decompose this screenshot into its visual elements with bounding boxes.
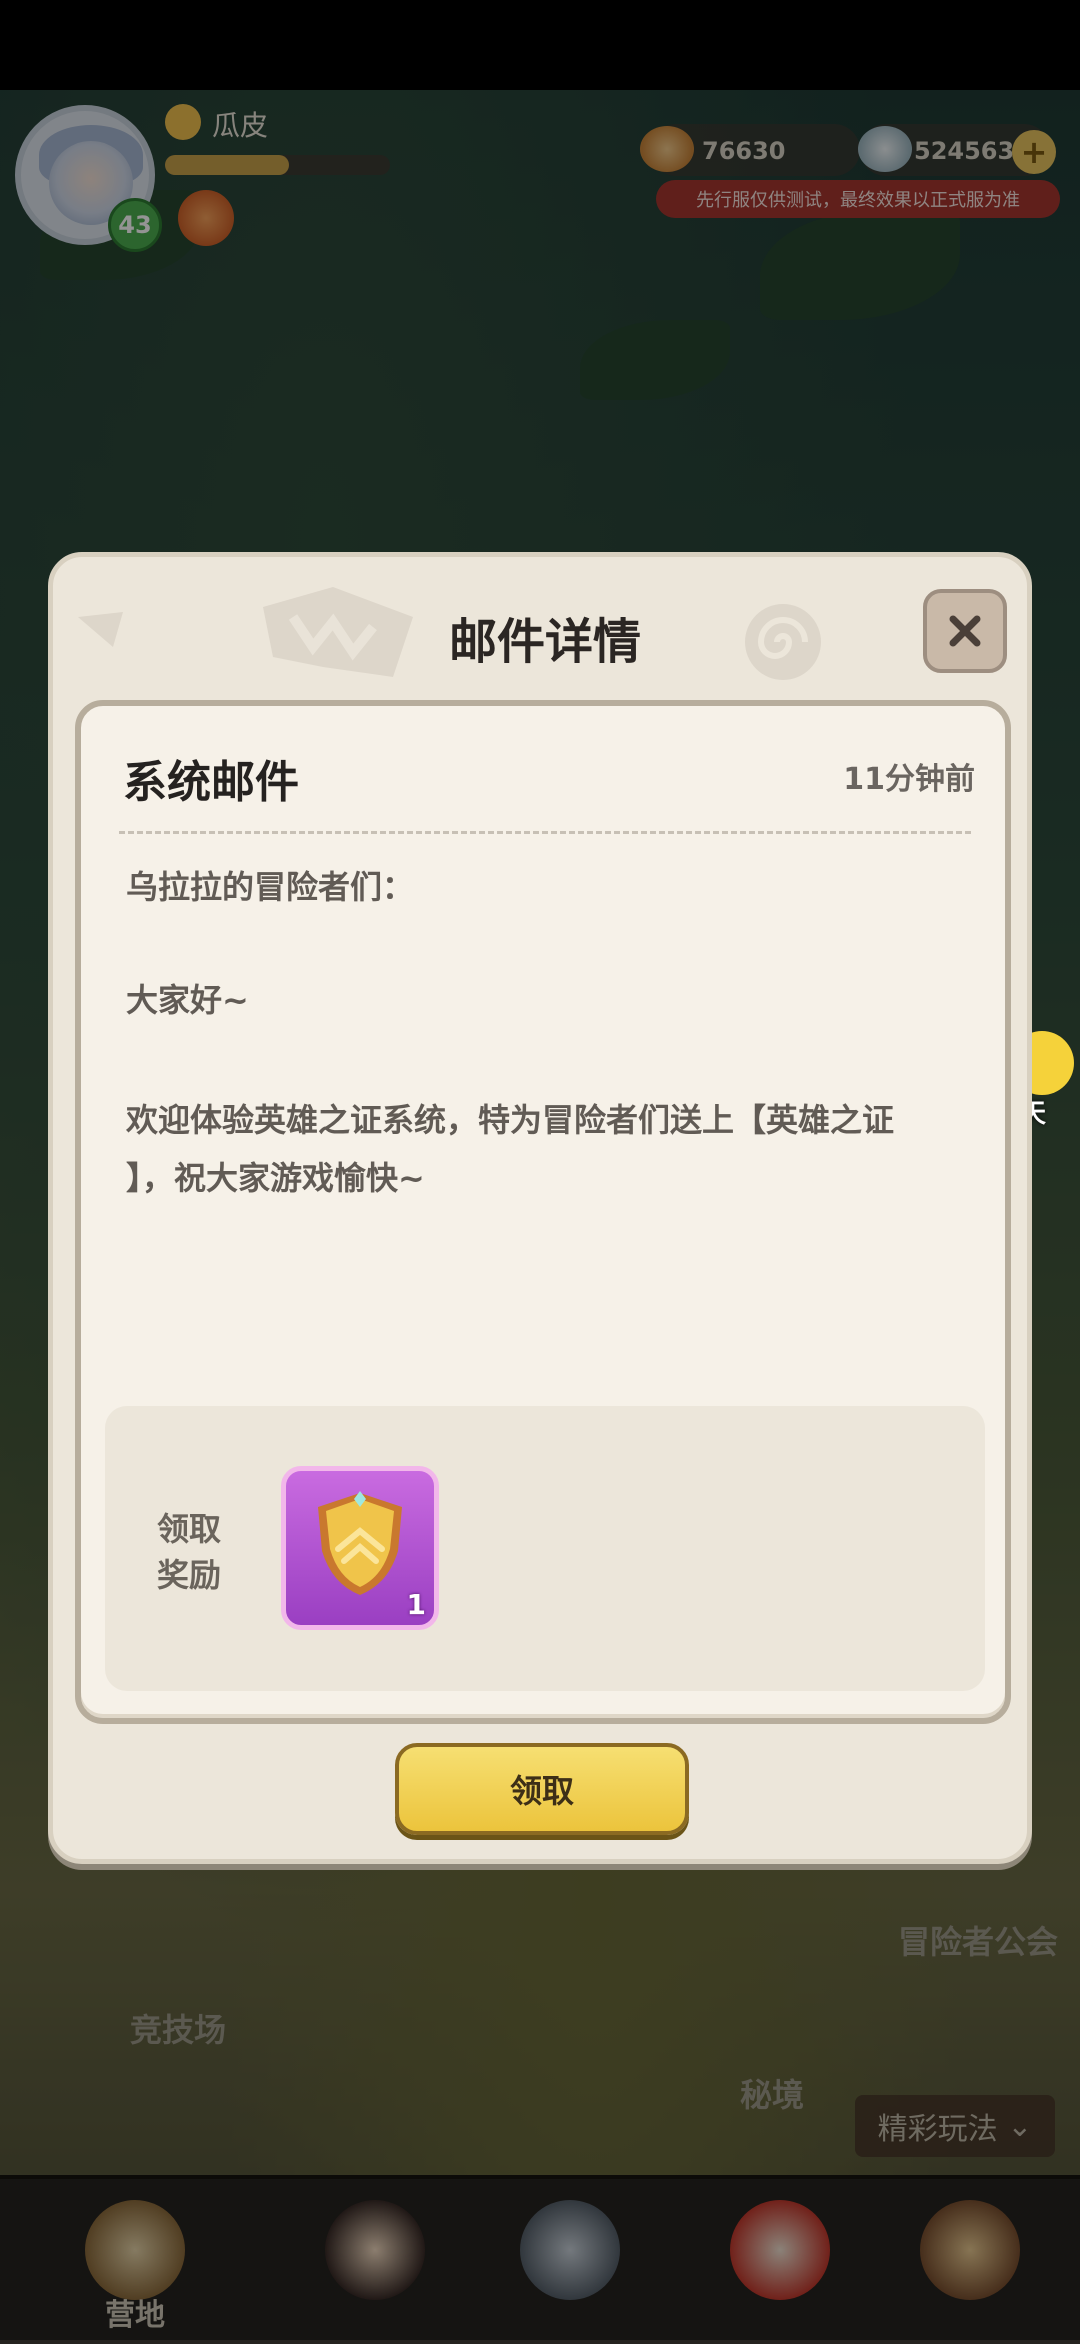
mail-greeting: 乌拉拉的冒险者们：: [126, 868, 415, 906]
reward-label: 领取 奖励: [152, 1506, 226, 1598]
mail-content-panel: 系统邮件 11分钟前 乌拉拉的冒险者们： 大家好~ 欢迎体验英雄之证系统，特为冒…: [75, 700, 1011, 1724]
reward-label-line-2: 奖励: [156, 1556, 221, 1594]
reward-section: 领取 奖励 1: [105, 1406, 985, 1691]
hero-badge-icon: [318, 1491, 402, 1595]
mail-timestamp: 11分钟前: [843, 762, 975, 797]
mail-body-line-1: 欢迎体验英雄之证系统，特为冒险者们送上【英雄之证: [126, 1101, 895, 1139]
claim-button[interactable]: 领取: [395, 1743, 689, 1835]
close-icon: [949, 615, 981, 647]
reward-label-line-1: 领取: [156, 1510, 221, 1548]
mail-hello: 大家好~: [126, 981, 249, 1019]
mail-detail-dialog: 邮件详情 系统邮件 11分钟前 乌拉拉的冒险者们： 大家好~ 欢迎体验英雄之证系…: [48, 552, 1032, 1864]
dialog-title: 邮件详情: [448, 614, 641, 670]
reward-count: 1: [406, 1588, 426, 1621]
reward-item-hero-badge[interactable]: 1: [281, 1466, 439, 1630]
mail-body-line-2: 】，祝大家游戏愉快~: [126, 1159, 425, 1197]
status-bar: [0, 0, 1080, 90]
mail-divider: [119, 831, 971, 834]
mail-type: 系统邮件: [123, 757, 299, 808]
close-button[interactable]: [923, 589, 1007, 673]
